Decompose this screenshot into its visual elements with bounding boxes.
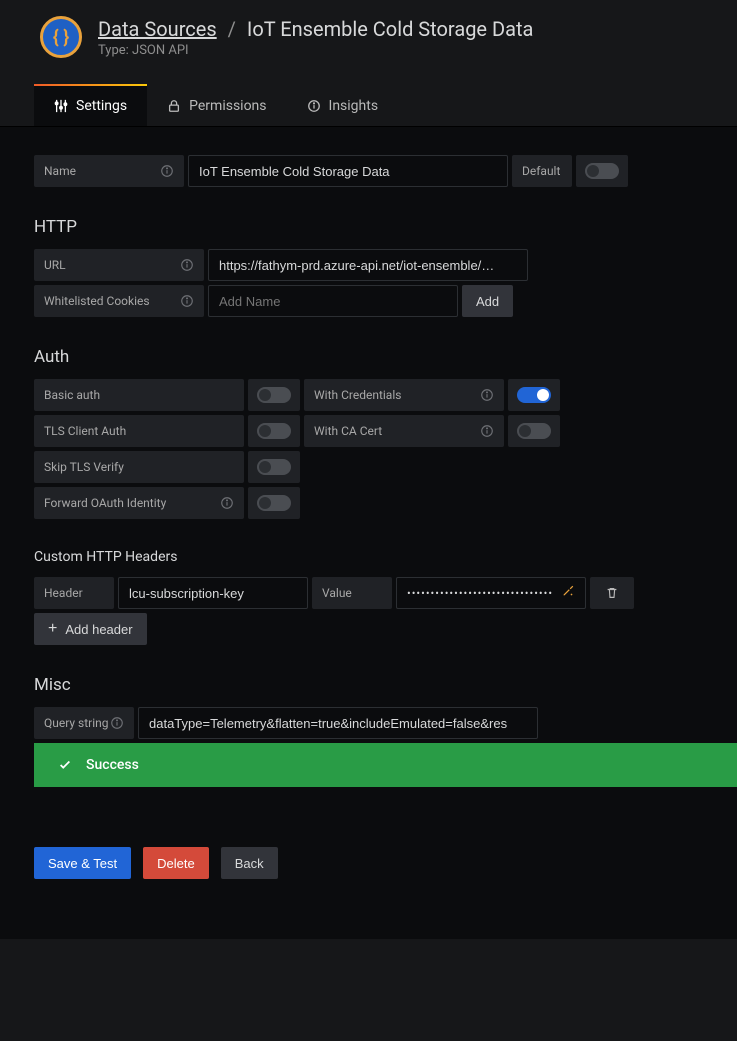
misc-title: Misc bbox=[34, 675, 703, 695]
headers-title: Custom HTTP Headers bbox=[34, 549, 703, 565]
tab-permissions[interactable]: Permissions bbox=[147, 86, 286, 126]
with-ca-cert-label: With CA Cert bbox=[304, 415, 504, 447]
datasource-logo: { } bbox=[40, 16, 82, 58]
query-string-input[interactable] bbox=[138, 707, 538, 739]
success-alert: Success bbox=[34, 743, 737, 787]
header-name-label: Header bbox=[34, 577, 114, 609]
url-label: URL bbox=[34, 249, 204, 281]
info-icon bbox=[307, 99, 321, 113]
add-cookie-button[interactable]: Add bbox=[462, 285, 513, 317]
forward-oauth-label: Forward OAuth Identity bbox=[34, 487, 244, 519]
cookies-label: Whitelisted Cookies bbox=[34, 285, 204, 317]
default-label: Default bbox=[512, 155, 572, 187]
tab-insights[interactable]: Insights bbox=[287, 86, 399, 126]
breadcrumb-separator: / bbox=[228, 17, 236, 41]
tab-settings-label: Settings bbox=[76, 98, 127, 114]
info-icon bbox=[480, 424, 494, 438]
tab-permissions-label: Permissions bbox=[189, 98, 266, 114]
info-icon bbox=[160, 164, 174, 178]
name-label: Name bbox=[34, 155, 184, 187]
header-value-label: Value bbox=[312, 577, 392, 609]
query-string-label: Query string bbox=[34, 707, 134, 739]
delete-button[interactable]: Delete bbox=[143, 847, 209, 879]
plus-icon: + bbox=[48, 621, 57, 637]
back-button[interactable]: Back bbox=[221, 847, 278, 879]
cookies-input[interactable] bbox=[208, 285, 458, 317]
auth-title: Auth bbox=[34, 347, 703, 367]
check-icon bbox=[58, 758, 72, 772]
lock-icon bbox=[167, 99, 181, 113]
delete-header-button[interactable] bbox=[590, 577, 634, 609]
skip-tls-label: Skip TLS Verify bbox=[34, 451, 244, 483]
info-icon bbox=[180, 258, 194, 272]
with-credentials-label: With Credentials bbox=[304, 379, 504, 411]
tls-client-auth-label: TLS Client Auth bbox=[34, 415, 244, 447]
name-input[interactable] bbox=[188, 155, 508, 187]
trash-icon bbox=[605, 586, 619, 600]
add-header-button[interactable]: + Add header bbox=[34, 613, 147, 645]
page-header: { } Data Sources / IoT Ensemble Cold Sto… bbox=[0, 0, 737, 68]
basic-auth-toggle[interactable] bbox=[257, 387, 291, 403]
skip-tls-toggle[interactable] bbox=[257, 459, 291, 475]
sliders-icon bbox=[54, 99, 68, 113]
info-icon bbox=[110, 716, 124, 730]
info-icon bbox=[180, 294, 194, 308]
breadcrumb-current: IoT Ensemble Cold Storage Data bbox=[247, 17, 534, 41]
with-credentials-toggle[interactable] bbox=[517, 387, 551, 403]
breadcrumb-subtype: Type: JSON API bbox=[98, 43, 533, 58]
tab-insights-label: Insights bbox=[329, 98, 379, 114]
url-input[interactable] bbox=[208, 249, 528, 281]
default-toggle[interactable] bbox=[585, 163, 619, 179]
info-icon bbox=[480, 388, 494, 402]
basic-auth-label: Basic auth bbox=[34, 379, 244, 411]
with-ca-cert-toggle[interactable] bbox=[517, 423, 551, 439]
tls-client-auth-toggle[interactable] bbox=[257, 423, 291, 439]
tab-settings[interactable]: Settings bbox=[34, 84, 147, 126]
breadcrumb-root-link[interactable]: Data Sources bbox=[98, 17, 217, 41]
forward-oauth-toggle[interactable] bbox=[257, 495, 291, 511]
header-value-masked[interactable]: ••••••••••••••••••••••••••••••• bbox=[396, 577, 586, 609]
configured-icon bbox=[561, 584, 575, 602]
breadcrumb: Data Sources / IoT Ensemble Cold Storage… bbox=[98, 17, 533, 58]
save-test-button[interactable]: Save & Test bbox=[34, 847, 131, 879]
header-name-input[interactable] bbox=[118, 577, 308, 609]
info-icon bbox=[220, 496, 234, 510]
tabs: Settings Permissions Insights bbox=[0, 86, 737, 127]
http-title: HTTP bbox=[34, 217, 703, 237]
